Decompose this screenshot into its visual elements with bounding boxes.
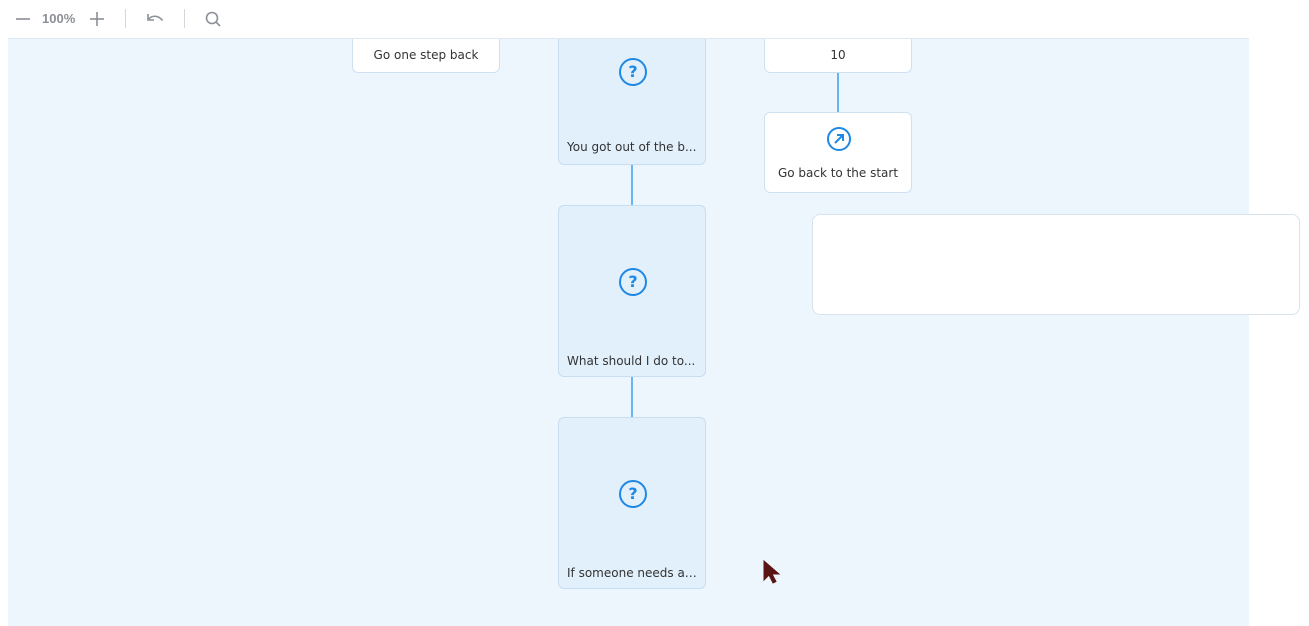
undo-button[interactable]: [143, 8, 167, 30]
node-number[interactable]: 10: [764, 39, 912, 73]
search-button[interactable]: [202, 8, 224, 30]
question-circle-icon: ?: [619, 58, 647, 86]
node-go-back-to-start[interactable]: Go back to the start: [764, 112, 912, 193]
node-label: What should I do to...: [567, 354, 696, 368]
plus-icon: [90, 12, 104, 26]
arrow-up-right-circle-icon: [827, 127, 851, 151]
floating-panel[interactable]: [812, 214, 1300, 315]
connector-line: [837, 73, 839, 113]
question-circle-icon: ?: [619, 268, 647, 296]
flow-canvas[interactable]: Go one step back ? You got out of the b.…: [8, 38, 1249, 626]
node-go-one-step-back[interactable]: Go one step back: [352, 39, 500, 73]
question-circle-icon: ?: [619, 480, 647, 508]
mouse-cursor-icon: [763, 560, 781, 584]
node-label: You got out of the b...: [567, 140, 697, 154]
toolbar-divider: [125, 9, 126, 28]
question-node[interactable]: ? What should I do to...: [558, 205, 706, 377]
node-label: If someone needs a ...: [567, 566, 697, 580]
zoom-in-button[interactable]: [86, 8, 108, 30]
toolbar: 100%: [0, 0, 1309, 38]
connector-line: [631, 165, 633, 205]
node-label: 10: [830, 48, 846, 62]
node-label: Go back to the start: [777, 166, 899, 180]
zoom-out-button[interactable]: [12, 8, 34, 30]
undo-icon: [147, 14, 164, 22]
connector-line: [631, 377, 633, 417]
toolbar-divider: [184, 9, 185, 28]
question-node[interactable]: ? If someone needs a ...: [558, 417, 706, 589]
question-node[interactable]: ? You got out of the b...: [558, 39, 706, 165]
zoom-level: 100%: [42, 11, 76, 26]
node-label: Go one step back: [373, 48, 479, 62]
search-icon: [205, 11, 221, 27]
minus-icon: [16, 18, 30, 20]
